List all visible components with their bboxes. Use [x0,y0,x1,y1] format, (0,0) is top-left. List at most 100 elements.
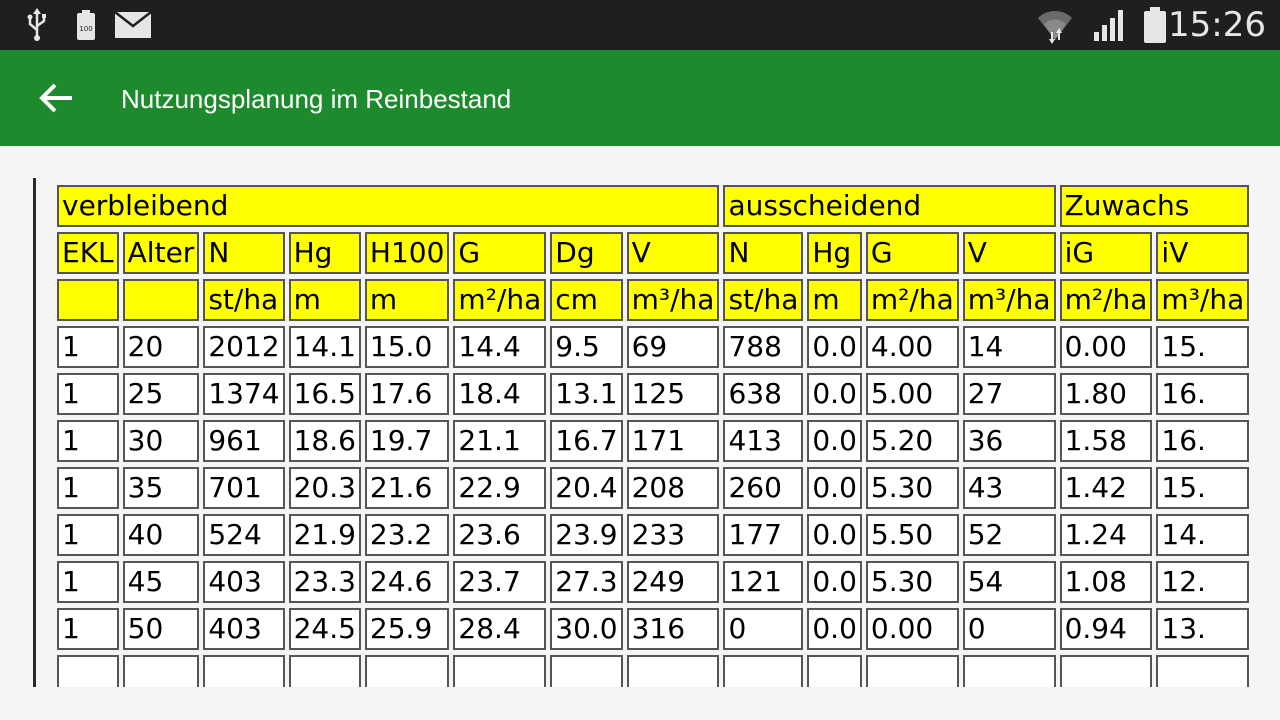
group-header: verbleibend [57,185,720,227]
table-cell: 0.0 [807,420,862,462]
table-cell: 0.0 [807,467,862,509]
table-cell: 17.6 [364,373,450,415]
table-cell: 121 [723,561,804,603]
table-cell: 233 [626,514,720,556]
table-cell: 5.30 [865,561,959,603]
unit-header: m²/ha [453,279,547,321]
table-row: 1 20 2012 14.1 15.0 14.4 9.5 69 788 0.0 4.00 14 0.00… [57,326,1250,368]
table-cell: 0.0 [807,514,862,556]
table-cell: 14.1 [288,326,361,368]
table-cell: 22.9 [453,467,547,509]
table-cell: 1.08 [1059,561,1153,603]
table-cell: 0 [723,608,804,650]
table-cell: 16. [1156,373,1250,415]
table-cell: 1.80 [1059,373,1153,415]
unit-header: st/ha [723,279,804,321]
table-cell: 1.42 [1059,467,1153,509]
table-cell [1059,655,1153,687]
table-cell: 52 [962,514,1056,556]
table-cell [288,655,361,687]
table-cell: 0.0 [807,561,862,603]
table-cell: 15. [1156,467,1250,509]
group-header: ausscheidend [723,185,1056,227]
table-cell: 25 [122,373,200,415]
arrow-left-icon [39,83,72,113]
unit-header: m [807,279,862,321]
table-cell: 14 [962,326,1056,368]
table-cell: 177 [723,514,804,556]
table-cell: 35 [122,467,200,509]
unit-header: m²/ha [1059,279,1153,321]
group-header-row: verbleibend ausscheidend Zuwachs [57,185,1250,227]
table-cell: 43 [962,467,1056,509]
app-bar: Nutzungsplanung im Reinbestand [0,50,1280,146]
table-cell: 23.6 [453,514,547,556]
table-cell: 638 [723,373,804,415]
table-cell: 20.4 [550,467,623,509]
column-header: V [962,232,1056,274]
table-cell: 1 [57,561,119,603]
table-cell: 19.7 [364,420,450,462]
table-cell [453,655,547,687]
column-header: G [453,232,547,274]
table-cell: 0.0 [807,608,862,650]
table-row: 1 45 403 23.3 24.6 23.7 27.3 249 121 0.0 5.30 54 1.0… [57,561,1250,603]
table-cell: 21.6 [364,467,450,509]
column-header-row: EKL Alter N Hg H100 G Dg V N Hg G ViG iV [57,232,1250,274]
table-cell: 5.50 [865,514,959,556]
table-cell: 1 [57,467,119,509]
table-cell: 1 [57,514,119,556]
column-header: Alter [122,232,200,274]
table-cell: 524 [203,514,285,556]
table-cell: 0.00 [1059,326,1153,368]
table-cell: 208 [626,467,720,509]
table-cell: 25.9 [364,608,450,650]
table-cell: 24.5 [288,608,361,650]
table-cell [203,655,285,687]
table-scroll-container[interactable]: verbleibend ausscheidend Zuwachs EKL Alter N H… [33,178,1251,687]
table-cell: 16.5 [288,373,361,415]
usb-icon [26,0,48,50]
table-cell: 16.7 [550,420,623,462]
column-header: iV [1156,232,1250,274]
table-cell: 316 [626,608,720,650]
table-cell: 14.4 [453,326,547,368]
table-cell: 13.1 [550,373,623,415]
table-cell: 0 [962,608,1056,650]
table-cell: 260 [723,467,804,509]
column-header: N [203,232,285,274]
table-cell: 1.58 [1059,420,1153,462]
svg-text:100: 100 [79,25,92,33]
table-cell [364,655,450,687]
table-cell: 13. [1156,608,1250,650]
table-cell: 0.00 [865,608,959,650]
table-cell: 1 [57,326,119,368]
table-cell: 0.0 [807,326,862,368]
table-cell: 18.6 [288,420,361,462]
unit-header-row: st/ha m m m²/ha cm m³/ha st/ha m m²/ha m³/ha m²/ha… [57,279,1250,321]
table-cell: 0.94 [1059,608,1153,650]
table-cell: 27 [962,373,1056,415]
data-table: verbleibend ausscheidend Zuwachs EKL Alter N H… [53,180,1251,687]
column-header: Dg [550,232,623,274]
table-cell [1156,655,1250,687]
table-row: 1 50 403 24.5 25.9 28.4 30.0 316 0 0.0 0.00 0 0.94 13… [57,608,1250,650]
table-cell: 18.4 [453,373,547,415]
column-header: G [865,232,959,274]
table-cell: 403 [203,608,285,650]
table-cell: 23.2 [364,514,450,556]
table-cell: 1374 [203,373,285,415]
table-cell: 171 [626,420,720,462]
table-cell: 21.1 [453,420,547,462]
table-cell: 125 [626,373,720,415]
table-cell [550,655,623,687]
table-cell: 0.0 [807,373,862,415]
column-header: N [723,232,804,274]
table-cell [723,655,804,687]
back-button[interactable] [30,74,82,122]
status-time: 15:26 [1168,5,1266,45]
unit-header: m³/ha [962,279,1056,321]
table-cell [626,655,720,687]
unit-header: m [288,279,361,321]
table-row: 1 35 701 20.3 21.6 22.9 20.4 208 260 0.0 5.30 43 1.4… [57,467,1250,509]
